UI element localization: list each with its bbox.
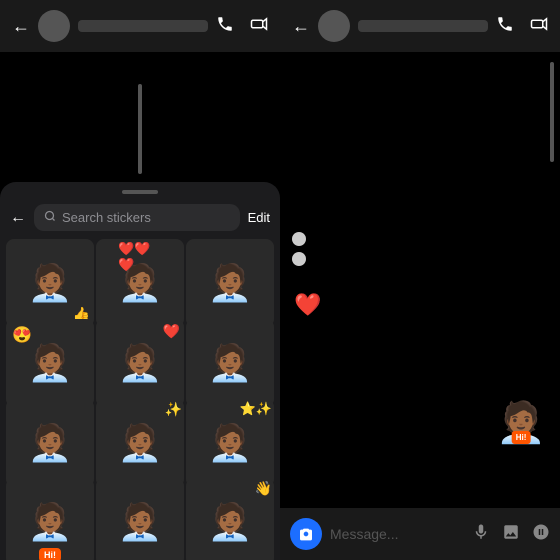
sticker-cell-8[interactable]: 🧑🏾‍💼 ✨ xyxy=(96,399,184,487)
message-action-icons xyxy=(472,523,550,546)
edit-button[interactable]: Edit xyxy=(248,210,270,225)
sticker-cell-12[interactable]: 🧑🏾‍💼 👋 xyxy=(186,478,274,560)
heart-reaction: ❤️ xyxy=(294,292,321,318)
right-call-icon[interactable] xyxy=(496,15,514,38)
floating-hi-badge: Hi! xyxy=(512,431,531,444)
left-video-area xyxy=(0,52,280,182)
sticker-icon[interactable] xyxy=(532,523,550,546)
message-input[interactable]: Message... xyxy=(330,526,464,542)
dot-1 xyxy=(292,232,306,246)
sticker-cell-6[interactable]: 🧑🏾‍💼 xyxy=(186,319,274,407)
sticker-cell-7[interactable]: 🧑🏾‍💼 xyxy=(6,399,94,487)
left-panel: ← ← Search stickers Edit xyxy=(0,0,280,560)
search-input-wrapper[interactable]: Search stickers xyxy=(34,204,240,231)
video-icon[interactable] xyxy=(250,15,268,38)
sticker-cell-10[interactable]: 🧑🏾‍💼 Hi! xyxy=(6,478,94,560)
search-icon xyxy=(44,210,56,225)
right-back-button[interactable]: ← xyxy=(292,16,310,37)
sticker-cell-5[interactable]: 🧑🏾‍💼 ❤️ xyxy=(96,319,184,407)
right-main-area: ❤️ 🧑🏾‍💼 Hi! xyxy=(280,52,560,508)
hi-badge-10: Hi! xyxy=(39,548,61,560)
sticker-cell-2[interactable]: 🧑🏾‍💼 ❤️❤️❤️ xyxy=(96,239,184,327)
left-scroll-bar xyxy=(138,84,142,174)
message-bar: Message... xyxy=(280,508,560,560)
sticker-cell-4[interactable]: 🧑🏾‍💼 😍 xyxy=(6,319,94,407)
right-avatar xyxy=(318,10,350,42)
story-dots xyxy=(292,232,306,266)
camera-button[interactable] xyxy=(290,518,322,550)
left-top-bar: ← xyxy=(0,0,280,52)
sticker-search-bar: ← Search stickers Edit xyxy=(0,200,280,235)
right-video-icon[interactable] xyxy=(530,15,548,38)
sticker-cell-9[interactable]: 🧑🏾‍💼 ⭐✨ xyxy=(186,399,274,487)
panel-handle xyxy=(122,190,158,194)
sticker-back-button[interactable]: ← xyxy=(10,209,26,227)
mic-icon[interactable] xyxy=(472,523,490,546)
right-scroll-bar xyxy=(550,62,554,162)
sticker-cell-11[interactable]: 🧑🏾‍💼 xyxy=(96,478,184,560)
call-icon[interactable] xyxy=(216,15,234,38)
sticker-cell-1[interactable]: 🧑🏾‍💼 👍 xyxy=(6,239,94,327)
right-top-bar: ← xyxy=(280,0,560,52)
right-top-icons xyxy=(496,15,548,38)
floating-sticker-area: 🧑🏾‍💼 Hi! xyxy=(496,399,546,446)
left-back-button[interactable]: ← xyxy=(12,16,30,37)
left-contact-name xyxy=(78,20,208,32)
sticker-grid: 🧑🏾‍💼 👍 🧑🏾‍💼 ❤️❤️❤️ 🧑🏾‍💼 🧑🏾‍💼 😍 🧑🏾‍💼 ❤️ xyxy=(0,235,280,560)
search-placeholder-text: Search stickers xyxy=(62,210,151,225)
sticker-cell-3[interactable]: 🧑🏾‍💼 xyxy=(186,239,274,327)
image-icon[interactable] xyxy=(502,523,520,546)
right-contact-name xyxy=(358,20,488,32)
left-avatar xyxy=(38,10,70,42)
sticker-panel: ← Search stickers Edit 🧑🏾‍💼 👍 🧑🏾‍💼 ❤️❤️❤… xyxy=(0,182,280,560)
dot-2 xyxy=(292,252,306,266)
left-top-icons xyxy=(216,15,268,38)
right-panel: ← ❤️ 🧑🏾‍💼 Hi! Message.. xyxy=(280,0,560,560)
